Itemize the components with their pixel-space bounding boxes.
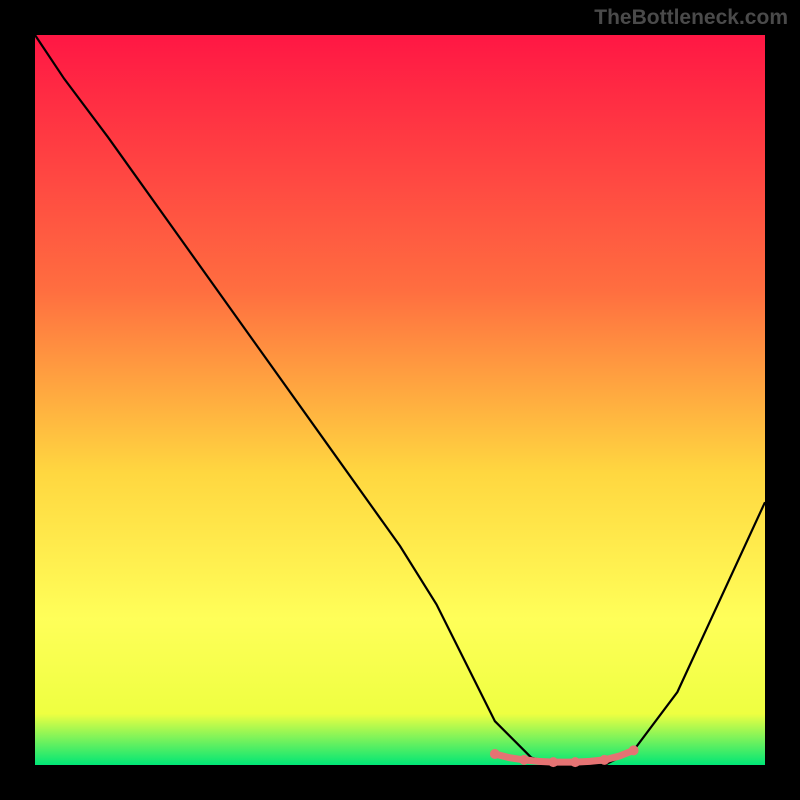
optimal-range-dot <box>519 755 529 765</box>
optimal-range-dot <box>629 745 639 755</box>
watermark-text: TheBottleneck.com <box>594 6 788 30</box>
optimal-range-dot <box>599 755 609 765</box>
plot-background <box>35 35 765 765</box>
chart-container: TheBottleneck.com <box>0 0 800 800</box>
optimal-range-dot <box>570 757 580 767</box>
optimal-range-dot <box>548 757 558 767</box>
optimal-range-dot <box>490 749 500 759</box>
chart-svg <box>0 0 800 800</box>
